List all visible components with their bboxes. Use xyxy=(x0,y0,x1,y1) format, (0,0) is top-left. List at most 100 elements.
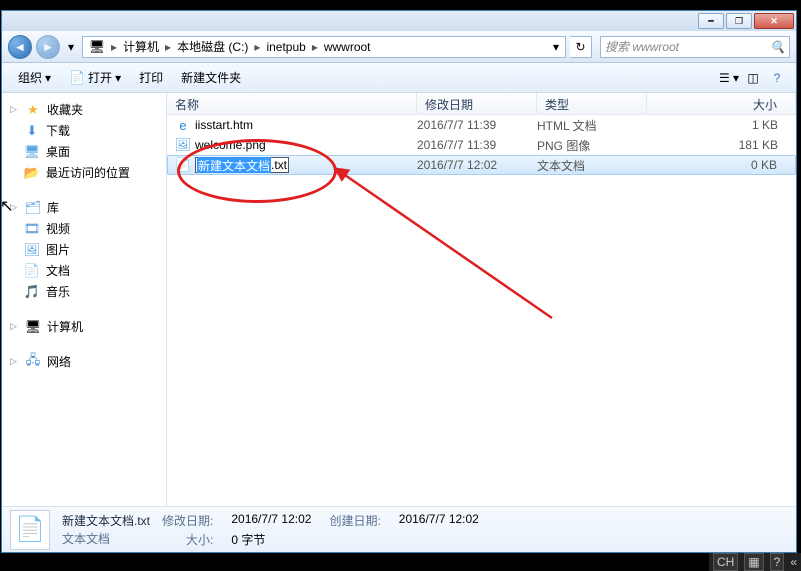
libraries-group[interactable]: ▷🗂库 xyxy=(2,197,166,218)
file-size: 1 KB xyxy=(647,118,796,132)
breadcrumb-sep: ▸ xyxy=(163,40,173,54)
breadcrumb-sep: ▸ xyxy=(310,40,320,54)
favorites-group[interactable]: ▷★收藏夹 xyxy=(2,99,166,120)
address-dropdown[interactable]: ▾ xyxy=(549,40,563,54)
toolbar: 组织 ▾ 📄打开 ▾ 打印 新建文件夹 ☰ ▾ ◫ ? xyxy=(2,63,796,93)
view-button[interactable]: ☰ ▾ xyxy=(718,67,740,89)
file-name: welcome.png xyxy=(195,138,266,152)
minimize-button[interactable]: ━ xyxy=(698,13,724,29)
navbar: ◄ ► ▾ 🖥 ▸ 计算机 ▸ 本地磁盘 (C:) ▸ inetpub ▸ ww… xyxy=(2,31,796,63)
file-date: 2016/7/7 12:02 xyxy=(417,158,537,172)
maximize-button[interactable]: ❐ xyxy=(726,13,752,29)
star-icon: ★ xyxy=(25,102,41,118)
sidebar-music[interactable]: 🎵音乐 xyxy=(2,281,166,302)
picture-icon: 🖼 xyxy=(24,242,40,258)
breadcrumb-seg[interactable]: wwwroot xyxy=(320,40,375,54)
sidebar-recent[interactable]: 📂最近访问的位置 xyxy=(2,162,166,183)
ime-mode[interactable]: ▦ xyxy=(744,553,763,571)
file-type: 文本文档 xyxy=(537,157,647,174)
details-pane: 📄 新建文本文档.txt 文本文档 修改日期: 2016/7/7 12:02 创… xyxy=(2,506,796,552)
file-list-pane: 名称 修改日期 类型 大小 e iisstart.htm 2016/7/7 11:… xyxy=(167,93,796,506)
downloads-icon: ⬇ xyxy=(24,123,40,139)
file-row-selected[interactable]: 📄 新建文本文档.txt 2016/7/7 12:02 文本文档 0 KB xyxy=(167,155,796,175)
details-create-value: 2016/7/7 12:02 xyxy=(399,512,479,529)
details-filename: 新建文本文档.txt xyxy=(62,512,150,529)
desktop-icon: 🖥 xyxy=(24,144,40,160)
ime-help[interactable]: ? xyxy=(770,553,785,571)
new-folder-button[interactable]: 新建文件夹 xyxy=(173,66,249,89)
file-type: PNG 图像 xyxy=(537,137,647,154)
breadcrumb-sep: ▸ xyxy=(109,40,119,54)
sidebar-pictures[interactable]: 🖼图片 xyxy=(2,239,166,260)
network-icon: 🖧 xyxy=(25,354,41,370)
file-date: 2016/7/7 11:39 xyxy=(417,118,537,132)
details-mod-value: 2016/7/7 12:02 xyxy=(231,512,311,529)
file-type: HTML 文档 xyxy=(537,117,647,134)
network-group[interactable]: ▷🖧网络 xyxy=(2,351,166,372)
print-button[interactable]: 打印 xyxy=(131,66,171,89)
sidebar-downloads[interactable]: ⬇下载 xyxy=(2,120,166,141)
titlebar: ━ ❐ ✕ xyxy=(2,11,796,31)
search-box[interactable]: 搜索 wwwroot 🔍 xyxy=(600,36,790,58)
tray-more[interactable]: « xyxy=(790,555,797,569)
breadcrumb-seg[interactable]: 本地磁盘 (C:) xyxy=(173,38,252,55)
file-row[interactable]: e iisstart.htm 2016/7/7 11:39 HTML 文档 1 K… xyxy=(167,115,796,135)
search-placeholder: 搜索 wwwroot xyxy=(605,38,679,55)
details-mod-label: 修改日期: xyxy=(162,512,213,529)
history-dropdown[interactable]: ▾ xyxy=(64,35,78,59)
video-icon: 🎞 xyxy=(24,221,40,237)
taskbar-tray: CH ▦ ? « xyxy=(709,553,801,571)
explorer-window: ━ ❐ ✕ ◄ ► ▾ 🖥 ▸ 计算机 ▸ 本地磁盘 (C:) ▸ inetpu… xyxy=(1,10,797,553)
document-icon: 📄 xyxy=(24,263,40,279)
close-button[interactable]: ✕ xyxy=(754,13,794,29)
column-headers: 名称 修改日期 类型 大小 xyxy=(167,93,796,115)
notepad-icon: 📄 xyxy=(69,70,85,86)
details-size-value: 0 字节 xyxy=(231,531,311,548)
back-button[interactable]: ◄ xyxy=(8,35,32,59)
breadcrumb-root[interactable]: 🖥 xyxy=(85,39,109,55)
computer-icon: 🖥 xyxy=(25,319,41,335)
body: ▷★收藏夹 ⬇下载 🖥桌面 📂最近访问的位置 ▷🗂库 🎞视频 🖼图片 📄文档 🎵… xyxy=(2,93,796,506)
address-bar[interactable]: 🖥 ▸ 计算机 ▸ 本地磁盘 (C:) ▸ inetpub ▸ wwwroot … xyxy=(82,36,566,58)
file-size: 181 KB xyxy=(647,138,796,152)
ime-lang[interactable]: CH xyxy=(713,553,738,571)
col-date[interactable]: 修改日期 xyxy=(417,93,537,114)
txt-icon: 📄 xyxy=(175,157,191,173)
open-button[interactable]: 📄打开 ▾ xyxy=(61,66,129,89)
sidebar-videos[interactable]: 🎞视频 xyxy=(2,218,166,239)
rename-ext: .txt xyxy=(271,158,287,172)
html-icon: e xyxy=(175,117,191,133)
details-size-label: 大小: xyxy=(162,531,213,548)
library-icon: 🗂 xyxy=(25,200,41,216)
col-name[interactable]: 名称 xyxy=(167,93,417,114)
breadcrumb-sep: ▸ xyxy=(252,40,262,54)
computer-group[interactable]: ▷🖥计算机 xyxy=(2,316,166,337)
organize-button[interactable]: 组织 ▾ xyxy=(10,66,59,89)
file-date: 2016/7/7 11:39 xyxy=(417,138,537,152)
details-file-icon: 📄 xyxy=(10,510,50,550)
search-icon: 🔍 xyxy=(770,40,785,54)
recent-icon: 📂 xyxy=(24,165,40,181)
file-list[interactable]: e iisstart.htm 2016/7/7 11:39 HTML 文档 1 K… xyxy=(167,115,796,506)
png-icon: 🖼 xyxy=(175,137,191,153)
rename-input[interactable]: 新建文本文档.txt xyxy=(195,157,289,173)
forward-button[interactable]: ► xyxy=(36,35,60,59)
refresh-button[interactable]: ↻ xyxy=(570,36,592,58)
preview-pane-button[interactable]: ◫ xyxy=(742,67,764,89)
breadcrumb-seg[interactable]: 计算机 xyxy=(119,38,163,55)
rename-selected-text: 新建文本文档 xyxy=(197,157,271,173)
sidebar-documents[interactable]: 📄文档 xyxy=(2,260,166,281)
col-size[interactable]: 大小 xyxy=(647,93,796,114)
details-filetype: 文本文档 xyxy=(62,530,150,547)
breadcrumb-seg[interactable]: inetpub xyxy=(262,40,309,54)
computer-icon: 🖥 xyxy=(89,39,105,55)
file-row[interactable]: 🖼 welcome.png 2016/7/7 11:39 PNG 图像 181 K… xyxy=(167,135,796,155)
details-create-label: 创建日期: xyxy=(329,512,380,529)
sidebar-desktop[interactable]: 🖥桌面 xyxy=(2,141,166,162)
file-name: iisstart.htm xyxy=(195,118,253,132)
music-icon: 🎵 xyxy=(24,284,40,300)
file-size: 0 KB xyxy=(647,158,795,172)
col-type[interactable]: 类型 xyxy=(537,93,647,114)
nav-tree: ▷★收藏夹 ⬇下载 🖥桌面 📂最近访问的位置 ▷🗂库 🎞视频 🖼图片 📄文档 🎵… xyxy=(2,93,167,506)
help-button[interactable]: ? xyxy=(766,67,788,89)
